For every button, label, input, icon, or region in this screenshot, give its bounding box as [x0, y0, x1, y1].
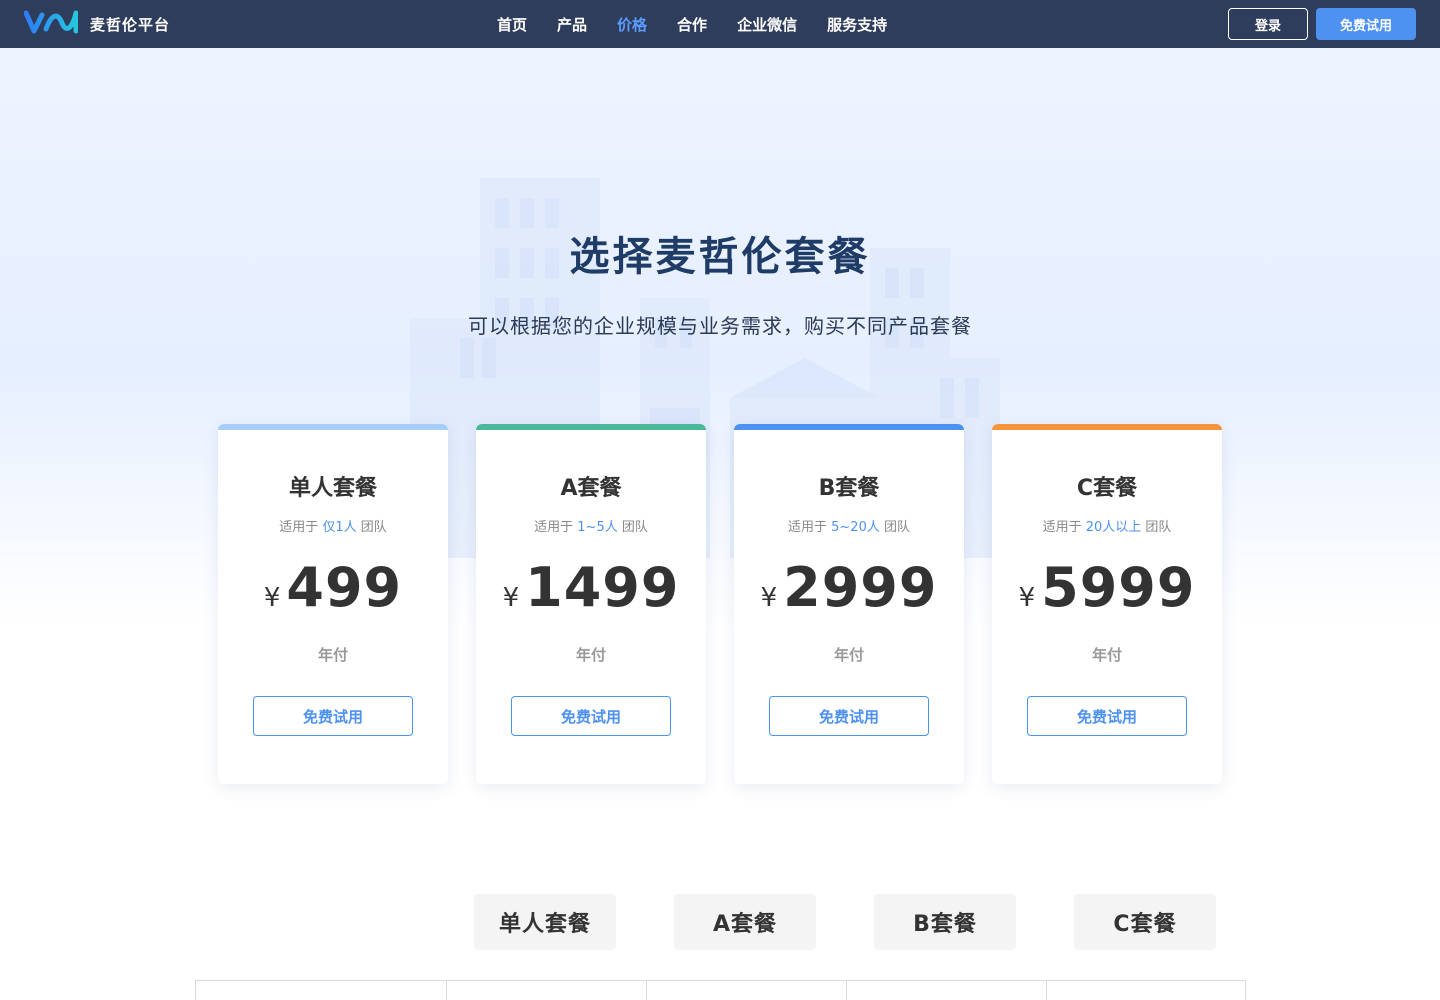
plan-fit-value: 5~20人	[831, 520, 880, 535]
compare-column-single[interactable]: 单人套餐	[474, 894, 616, 950]
nav-item-support[interactable]: 服务支持	[827, 14, 887, 35]
comparison-table	[195, 980, 1246, 1000]
billing-period: 年付	[317, 646, 348, 664]
plan-fit-suffix: 团队	[1145, 520, 1172, 535]
plan-fit-suffix: 团队	[360, 520, 387, 535]
page-subtitle: 可以根据您的企业规模与业务需求，购买不同产品套餐	[468, 314, 972, 338]
plan-name: C套餐	[1076, 476, 1138, 501]
plan-fit-prefix: 适用于	[787, 520, 827, 535]
plan-accent-bar	[218, 424, 448, 430]
login-button[interactable]: 登录	[1228, 8, 1308, 40]
billing-period: 年付	[833, 646, 864, 664]
plan-card-single: 单人套餐 适用于 仅1人 团队 ¥ 499 年付 免费试用	[218, 424, 448, 784]
plan-fit-value: 仅1人	[322, 520, 357, 535]
plan-fit-value: 20人以上	[1085, 520, 1142, 535]
top-navbar: 麦哲伦平台 首页 产品 价格 合作 企业微信 服务支持 登录 免费试用	[0, 0, 1440, 48]
currency-symbol: ¥	[760, 583, 778, 613]
nav-item-products[interactable]: 产品	[557, 14, 587, 35]
plan-card-b: B套餐 适用于 5~20人 团队 ¥ 2999 年付 免费试用	[734, 424, 964, 784]
table-divider	[646, 981, 647, 1000]
plan-price: ¥ 2999	[734, 556, 964, 619]
compare-column-b[interactable]: B套餐	[874, 894, 1016, 950]
billing-period: 年付	[575, 646, 606, 664]
free-trial-button[interactable]: 免费试用	[253, 696, 413, 736]
compare-column-a[interactable]: A套餐	[674, 894, 816, 950]
plan-fit: 适用于 1~5人 团队	[476, 516, 706, 535]
plan-fit-suffix: 团队	[884, 520, 911, 535]
plan-price: ¥ 499	[218, 556, 448, 619]
nav-item-partners[interactable]: 合作	[677, 14, 707, 35]
free-trial-button[interactable]: 免费试用	[1027, 696, 1187, 736]
plan-price: ¥ 5999	[992, 556, 1222, 619]
nav-item-pricing[interactable]: 价格	[617, 14, 647, 35]
price-amount: 1499	[525, 556, 680, 619]
plan-name: A套餐	[560, 476, 622, 501]
price-amount: 5999	[1041, 556, 1196, 619]
plan-card-c: C套餐 适用于 20人以上 团队 ¥ 5999 年付 免费试用	[992, 424, 1222, 784]
page-title: 选择麦哲伦套餐	[569, 234, 871, 280]
plan-accent-bar	[734, 424, 964, 430]
table-divider	[1046, 981, 1047, 1000]
plan-fit-suffix: 团队	[621, 520, 648, 535]
plan-fit: 适用于 20人以上 团队	[992, 516, 1222, 535]
plan-fit: 适用于 5~20人 团队	[734, 516, 964, 535]
currency-symbol: ¥	[502, 583, 520, 613]
plan-fit-prefix: 适用于	[534, 520, 574, 535]
plan-fit: 适用于 仅1人 团队	[218, 516, 448, 535]
table-divider	[846, 981, 847, 1000]
plan-name: 单人套餐	[288, 476, 377, 501]
plan-accent-bar	[992, 424, 1222, 430]
plan-price: ¥ 1499	[476, 556, 706, 619]
free-trial-button[interactable]: 免费试用	[769, 696, 929, 736]
price-amount: 2999	[783, 556, 938, 619]
nav-item-wecom[interactable]: 企业微信	[737, 14, 797, 35]
free-trial-header-button[interactable]: 免费试用	[1316, 8, 1416, 40]
brand-name: 麦哲伦平台	[90, 15, 171, 34]
plan-card-a: A套餐 适用于 1~5人 团队 ¥ 1499 年付 免费试用	[476, 424, 706, 784]
plan-name: B套餐	[818, 476, 880, 501]
compare-column-c[interactable]: C套餐	[1074, 894, 1216, 950]
price-amount: 499	[286, 556, 403, 619]
plan-fit-prefix: 适用于	[1042, 520, 1082, 535]
plan-accent-bar	[476, 424, 706, 430]
main-nav: 首页 产品 价格 合作 企业微信 服务支持	[482, 0, 902, 48]
table-divider	[446, 981, 447, 1000]
billing-period: 年付	[1091, 646, 1122, 664]
brand[interactable]: 麦哲伦平台	[23, 0, 171, 48]
nav-item-home[interactable]: 首页	[497, 14, 527, 35]
currency-symbol: ¥	[1018, 583, 1036, 613]
free-trial-button[interactable]: 免费试用	[511, 696, 671, 736]
hero-section: 选择麦哲伦套餐 可以根据您的企业规模与业务需求，购买不同产品套餐	[0, 48, 1440, 628]
plan-fit-value: 1~5人	[577, 520, 618, 535]
plan-fit-prefix: 适用于	[279, 520, 319, 535]
brand-logo-icon	[23, 9, 79, 39]
currency-symbol: ¥	[263, 583, 281, 613]
